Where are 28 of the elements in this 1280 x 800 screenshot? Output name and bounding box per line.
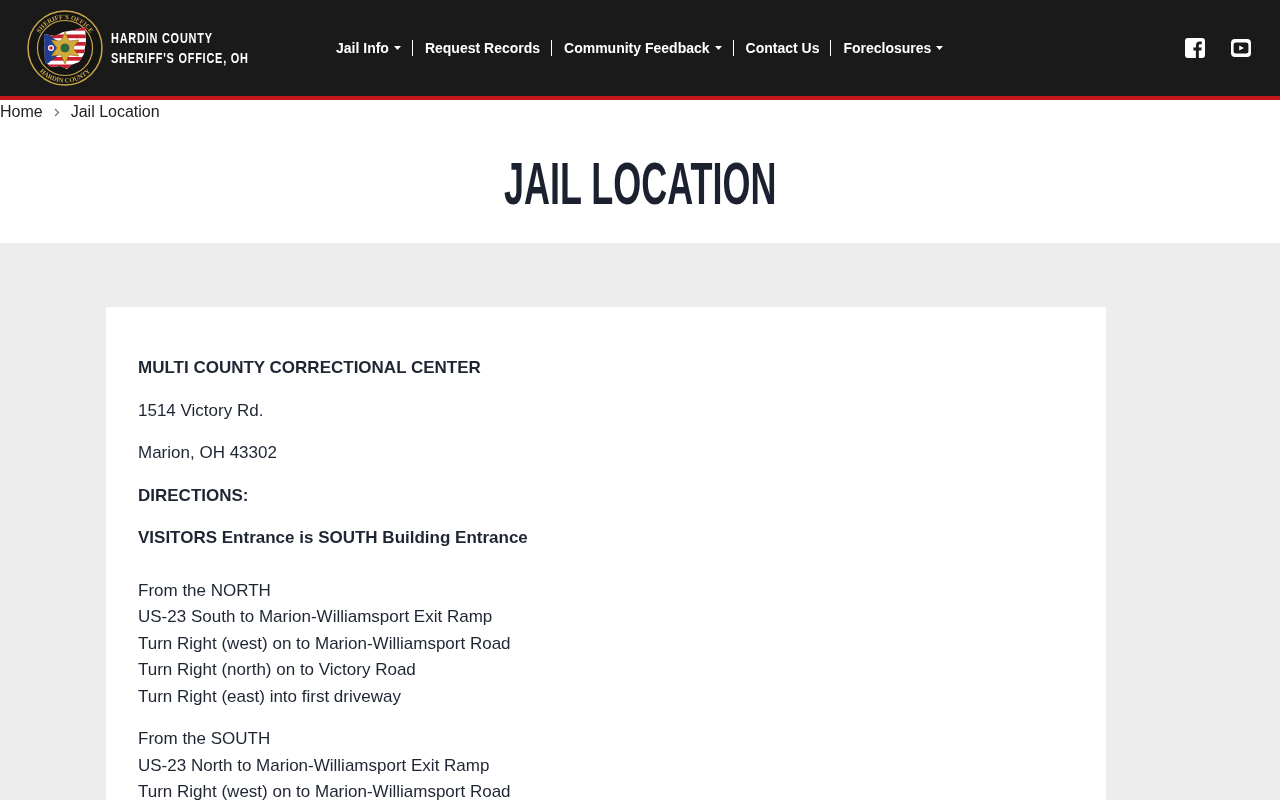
bold-paragraph: VISITORS Entrance is SOUTH Building Entrance <box>138 527 528 549</box>
video-play-icon <box>1231 38 1251 58</box>
breadcrumb-link[interactable]: Home <box>0 103 43 121</box>
breadcrumb-current: Jail Location <box>70 103 160 121</box>
nav-link[interactable]: Community Feedback <box>551 40 733 56</box>
direction-line: From the NORTH <box>138 579 271 602</box>
nav-link[interactable]: Contact Us <box>732 40 831 56</box>
direction-line: US-23 North to Marion-Williamsport Exit Ramp <box>138 754 490 777</box>
site-name: HARDIN COUNTY <box>111 29 213 47</box>
direction-line: Turn Right (north) on to Victory Road <box>138 659 416 681</box>
paragraph: 1514 Victory Rd. <box>138 399 264 422</box>
direction-line: Turn Right (east) into first driveway <box>138 685 401 708</box>
page-title: JAIL LOCATION <box>503 151 777 216</box>
paragraph: Marion, OH 43302 <box>138 442 277 464</box>
facebook-icon <box>1185 38 1205 58</box>
site-name: SHERIFF'S OFFICE, OH <box>111 49 249 67</box>
nav-link[interactable]: Jail Info <box>336 40 412 56</box>
nav-link[interactable]: Request Records <box>411 40 552 56</box>
facebook-link[interactable] <box>1185 38 1205 58</box>
chevron-right-icon <box>53 107 60 117</box>
direction-line: From the SOUTH <box>138 728 271 750</box>
direction-line: US-23 South to Marion-Williamsport Exit Ramp <box>138 606 493 628</box>
bold-paragraph: MULTI COUNTY CORRECTIONAL CENTER <box>138 357 481 379</box>
video-link[interactable] <box>1231 38 1251 58</box>
bold-paragraph: DIRECTIONS: <box>138 484 249 507</box>
direction-line: Turn Right (west) on to Marion-Williamsport Road <box>138 632 511 655</box>
nav-link[interactable]: Foreclosures <box>830 40 955 56</box>
direction-line: Turn Right (west) on to Marion-Williamsport Road <box>138 781 511 800</box>
